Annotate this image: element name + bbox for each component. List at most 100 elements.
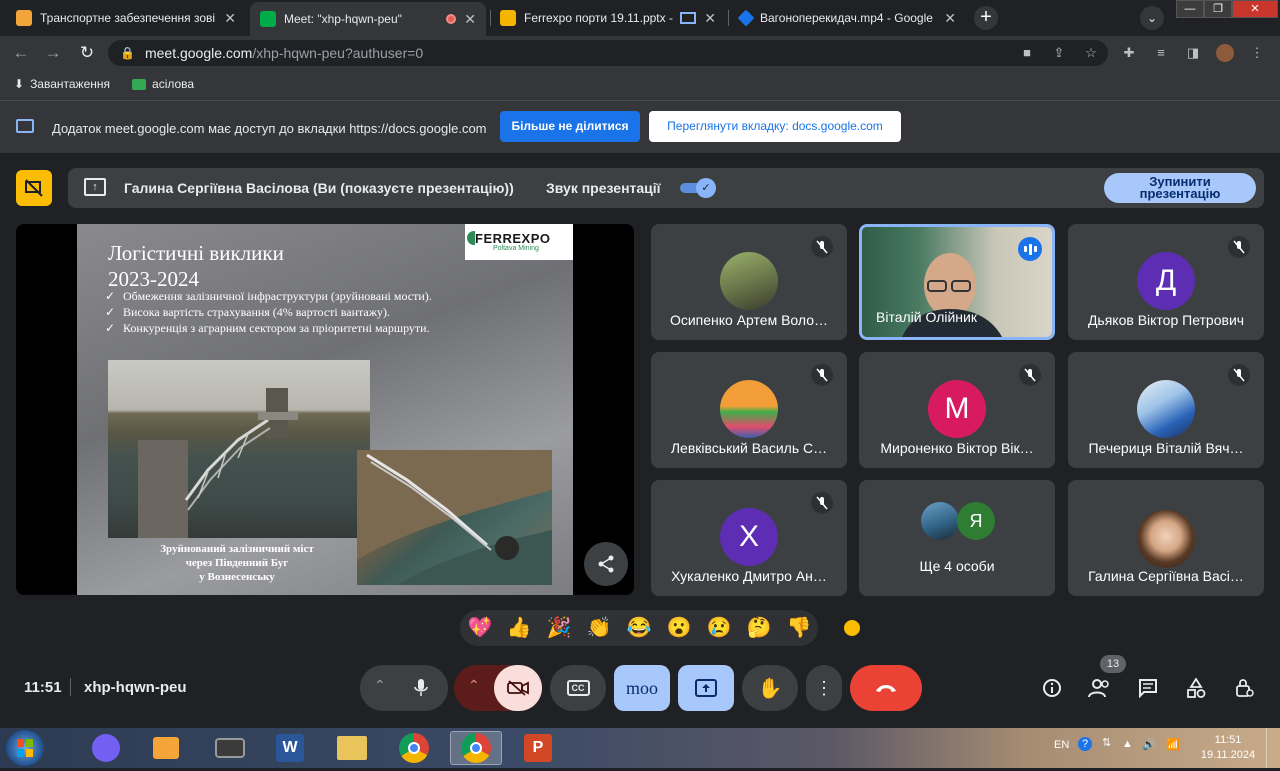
camera-icon[interactable]: ■	[1018, 44, 1036, 62]
leave-call-button[interactable]	[850, 665, 922, 711]
slide-bullet: ✓ Конкуренція з аграрним сектором за пріо…	[105, 320, 432, 336]
participant-tile-self[interactable]: Галина Сергіївна Васі…	[1068, 480, 1264, 596]
tab-ferrexpo[interactable]: Ferrexpo порти 19.11.pptx - ✕	[490, 4, 726, 32]
close-icon[interactable]: ✕	[464, 11, 476, 28]
bookmark-downloads[interactable]: ⬇ Завантаження	[14, 77, 110, 91]
media-control-icon[interactable]: ≡	[1152, 44, 1170, 62]
participant-tile[interactable]: Осипенко Артем Воло…	[651, 224, 847, 340]
presentation-badge[interactable]	[16, 170, 52, 206]
raise-hand-button[interactable]: ✋	[742, 665, 798, 711]
more-menu-icon[interactable]: ⋮	[1248, 44, 1266, 62]
tray-expand-icon[interactable]: ▲	[1122, 738, 1133, 750]
back-icon[interactable]: ←	[10, 42, 32, 64]
thinking-reaction[interactable]: 🤔	[746, 615, 772, 641]
effects-button[interactable]: moo	[614, 665, 670, 711]
taskbar-powerpoint[interactable]: P	[512, 731, 564, 765]
forward-icon[interactable]: →	[42, 42, 64, 64]
skin-tone-picker[interactable]	[842, 618, 862, 638]
address-bar[interactable]: 🔒 meet.google.com/xhp-hqwn-peu?authuser=…	[108, 40, 1108, 66]
taskbar-chrome[interactable]	[388, 731, 440, 765]
word-icon: W	[276, 734, 304, 762]
meeting-info-icon[interactable]	[1040, 676, 1064, 700]
effects-label: moo	[625, 677, 658, 698]
bookmark-star-icon[interactable]: ☆	[1082, 44, 1100, 62]
viber-icon	[92, 734, 120, 762]
participants-icon[interactable]	[1088, 676, 1112, 700]
tab-title: Вагоноперекидач.mp4 - Google	[760, 11, 933, 25]
participant-tile[interactable]: Х Хукаленко Дмитро Ан…	[651, 480, 847, 596]
taskbar-explorer[interactable]	[326, 731, 378, 765]
system-clock[interactable]: 11:51 19.11.2024	[1200, 733, 1256, 763]
view-tab-button[interactable]: Переглянути вкладку: docs.google.com	[649, 111, 901, 142]
meeting-code: xhp-hqwn-peu	[84, 679, 187, 696]
close-icon[interactable]: ✕	[224, 10, 236, 27]
host-controls-icon[interactable]	[1232, 676, 1256, 700]
camera-off-button[interactable]	[494, 665, 542, 711]
new-tab-button[interactable]: +	[974, 6, 998, 30]
minimize-button[interactable]: —	[1176, 0, 1204, 18]
taskbar-viber[interactable]	[80, 731, 132, 765]
camera-options-chevron-icon[interactable]: ⌃	[468, 677, 480, 694]
chat-icon[interactable]	[1136, 676, 1160, 700]
bookmark-label: Завантаження	[30, 77, 111, 91]
share-page-icon[interactable]: ⇪	[1050, 44, 1068, 62]
reload-icon[interactable]: ↻	[76, 42, 98, 64]
present-button[interactable]	[678, 665, 734, 711]
close-window-button[interactable]: ✕	[1232, 0, 1278, 18]
language-indicator[interactable]: EN	[1054, 739, 1069, 751]
tab-meet[interactable]: Meet: "xhp-hqwn-peu" ✕	[250, 2, 486, 36]
chrome-icon	[461, 733, 491, 763]
taskbar-camera[interactable]	[204, 731, 256, 765]
present-screen-icon	[695, 679, 717, 697]
sad-reaction[interactable]: 😢	[706, 615, 732, 641]
chrome-icon	[399, 733, 429, 763]
party-popper-reaction[interactable]: 🎉	[546, 615, 572, 641]
joy-reaction[interactable]: 😂	[626, 615, 652, 641]
profile-avatar[interactable]	[1216, 44, 1234, 62]
microphone-icon[interactable]	[414, 678, 428, 698]
participant-tile[interactable]: Д Дьяков Віктор Петрович	[1068, 224, 1264, 340]
stop-presenting-button[interactable]: Зупинити презентацію	[1104, 173, 1256, 203]
volume-icon[interactable]: 🔊	[1142, 738, 1156, 751]
extensions-icon[interactable]: ✚	[1120, 44, 1138, 62]
maximize-button[interactable]: ❐	[1204, 0, 1232, 18]
thumbs-down-reaction[interactable]: 👎	[786, 615, 812, 641]
tab-video[interactable]: Вагоноперекидач.mp4 - Google ✕	[730, 4, 966, 32]
download-icon: ⬇	[14, 77, 25, 91]
close-icon[interactable]: ✕	[704, 10, 716, 27]
activities-icon[interactable]	[1184, 676, 1208, 700]
clapping-reaction[interactable]: 👏	[586, 615, 612, 641]
speaking-indicator-icon	[1018, 237, 1042, 261]
folder-icon	[337, 736, 367, 760]
participant-tile[interactable]: Печериця Віталій Вяч…	[1068, 352, 1264, 468]
participant-photo-avatar	[921, 502, 959, 540]
tab-transport[interactable]: Транспортне забезпечення зові ✕	[6, 4, 246, 32]
windows-start-button[interactable]	[6, 730, 44, 766]
taskbar-chrome-profile[interactable]	[450, 731, 502, 765]
sparkling-heart-reaction[interactable]: 💖	[467, 615, 493, 641]
participant-tile[interactable]: Левківський Василь С…	[651, 352, 847, 468]
network-icon[interactable]: 📶	[1166, 738, 1180, 751]
taskbar-word[interactable]: W	[264, 731, 316, 765]
help-icon[interactable]: ?	[1078, 737, 1092, 751]
share-icon	[598, 555, 614, 573]
sync-icon[interactable]: ⇅	[1102, 736, 1111, 749]
share-button[interactable]	[584, 542, 628, 586]
participant-tile[interactable]: М Мироненко Віктор Вік…	[859, 352, 1055, 468]
surprised-reaction[interactable]: 😮	[666, 615, 692, 641]
thumbs-up-reaction[interactable]: 👍	[506, 615, 532, 641]
tab-search-button[interactable]: ⌄	[1140, 6, 1164, 30]
presentation-audio-toggle[interactable]: ✓	[680, 178, 716, 198]
show-desktop-button[interactable]	[1266, 728, 1280, 768]
participant-tile-speaking[interactable]: Віталій Олійник	[859, 224, 1055, 340]
captions-button[interactable]: CC	[550, 665, 606, 711]
bookmark-folder[interactable]: асілова	[132, 77, 194, 91]
logo-text: FERREXPO	[475, 231, 551, 246]
more-participants-tile[interactable]: Я Ще 4 особи	[859, 480, 1055, 596]
stop-sharing-button[interactable]: Більше не ділитися	[500, 111, 640, 142]
taskbar-media-player[interactable]	[140, 731, 192, 765]
mic-options-chevron-icon[interactable]: ⌃	[374, 677, 386, 694]
side-panel-icon[interactable]: ◨	[1184, 44, 1202, 62]
more-options-button[interactable]: ⋮	[806, 665, 842, 711]
close-icon[interactable]: ✕	[944, 10, 956, 27]
